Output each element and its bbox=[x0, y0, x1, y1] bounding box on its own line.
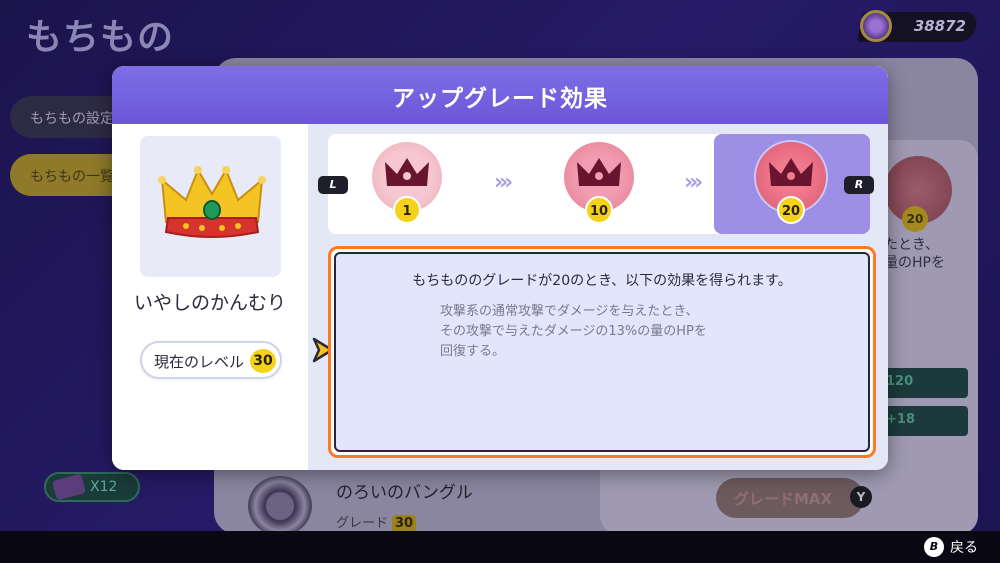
currency-amount: 38872 bbox=[913, 17, 966, 35]
grade-max-button[interactable]: グレードMAX Y bbox=[716, 478, 872, 518]
back-button[interactable]: B 戻る bbox=[924, 537, 978, 557]
grade-badge-number: 1 bbox=[393, 196, 421, 224]
page-title: もちもの bbox=[26, 17, 175, 58]
grade-badge-10[interactable]: 10 bbox=[564, 142, 634, 224]
grade-badge-1[interactable]: 1 bbox=[372, 142, 442, 224]
grade-badge-level: 20 bbox=[902, 206, 928, 232]
current-level-value: 30 bbox=[250, 349, 276, 373]
grade-badge-number: 20 bbox=[777, 196, 805, 224]
crown-silhouette-icon bbox=[385, 158, 429, 186]
footer-bar bbox=[0, 531, 1000, 563]
current-level-label: 現在のレベル bbox=[154, 353, 245, 371]
list-item-grade-value: 30 bbox=[392, 515, 417, 532]
r-button-icon[interactable]: R bbox=[844, 176, 874, 194]
effect-description-inner: もちもののグレードが20のとき、以下の効果を得られます。 攻撃系の通常攻撃でダメ… bbox=[334, 252, 870, 452]
detail-text-line: 量のHPを bbox=[884, 255, 945, 271]
effect-detail: 攻撃系の通常攻撃でダメージを与えたとき、 その攻撃で与えたダメージの13%の量の… bbox=[440, 302, 800, 362]
bangle-item-icon bbox=[248, 476, 312, 536]
list-item-name[interactable]: のろいのバングル bbox=[336, 478, 473, 503]
item-name: いやしのかんむり bbox=[133, 292, 286, 314]
grade-badge-number: 10 bbox=[585, 196, 613, 224]
effect-summary: もちもののグレードが20のとき、以下の効果を得られます。 bbox=[412, 273, 792, 289]
l-button-icon[interactable]: L bbox=[318, 176, 348, 194]
b-button-icon: B bbox=[924, 537, 944, 557]
modal-header: アップグレード効果 bbox=[112, 66, 888, 124]
effect-description-box: もちもののグレードが20のとき、以下の効果を得られます。 攻撃系の通常攻撃でダメ… bbox=[328, 246, 876, 458]
effect-detail-line: 攻撃系の通常攻撃でダメージを与えたとき、 bbox=[440, 304, 699, 319]
list-item-grade-label: グレード bbox=[336, 516, 389, 531]
effect-detail-line: 回復する。 bbox=[440, 344, 506, 359]
grade-badge-20[interactable]: 20 bbox=[756, 142, 826, 224]
grade-max-label: グレードMAX bbox=[734, 490, 833, 508]
coin-icon bbox=[860, 10, 892, 42]
crown-icon bbox=[158, 166, 266, 238]
grade-badge-bg: 20 bbox=[884, 156, 952, 232]
current-level-pill: 現在のレベル 30 bbox=[140, 341, 282, 379]
list-item-grade: グレード 30 bbox=[336, 512, 417, 532]
crown-silhouette-icon bbox=[769, 158, 813, 186]
effect-detail-line: その攻撃で与えたダメージの13%の量のHPを bbox=[440, 324, 707, 339]
back-label: 戻る bbox=[950, 540, 978, 556]
chevron-right-icon: ››› bbox=[494, 170, 513, 195]
y-button-icon: Y bbox=[850, 486, 872, 508]
detail-text-line: たとき、 bbox=[884, 237, 940, 253]
chevron-right-icon: ››› bbox=[684, 170, 703, 195]
item-detail-text: たとき、 量のHPを bbox=[884, 236, 945, 272]
crown-silhouette-icon bbox=[577, 158, 621, 186]
modal-title: アップグレード効果 bbox=[392, 86, 608, 112]
upgrade-effect-modal: アップグレード効果 いやしのかんむり 現在のレベル 30 L R 1 ››› 1… bbox=[112, 66, 888, 470]
